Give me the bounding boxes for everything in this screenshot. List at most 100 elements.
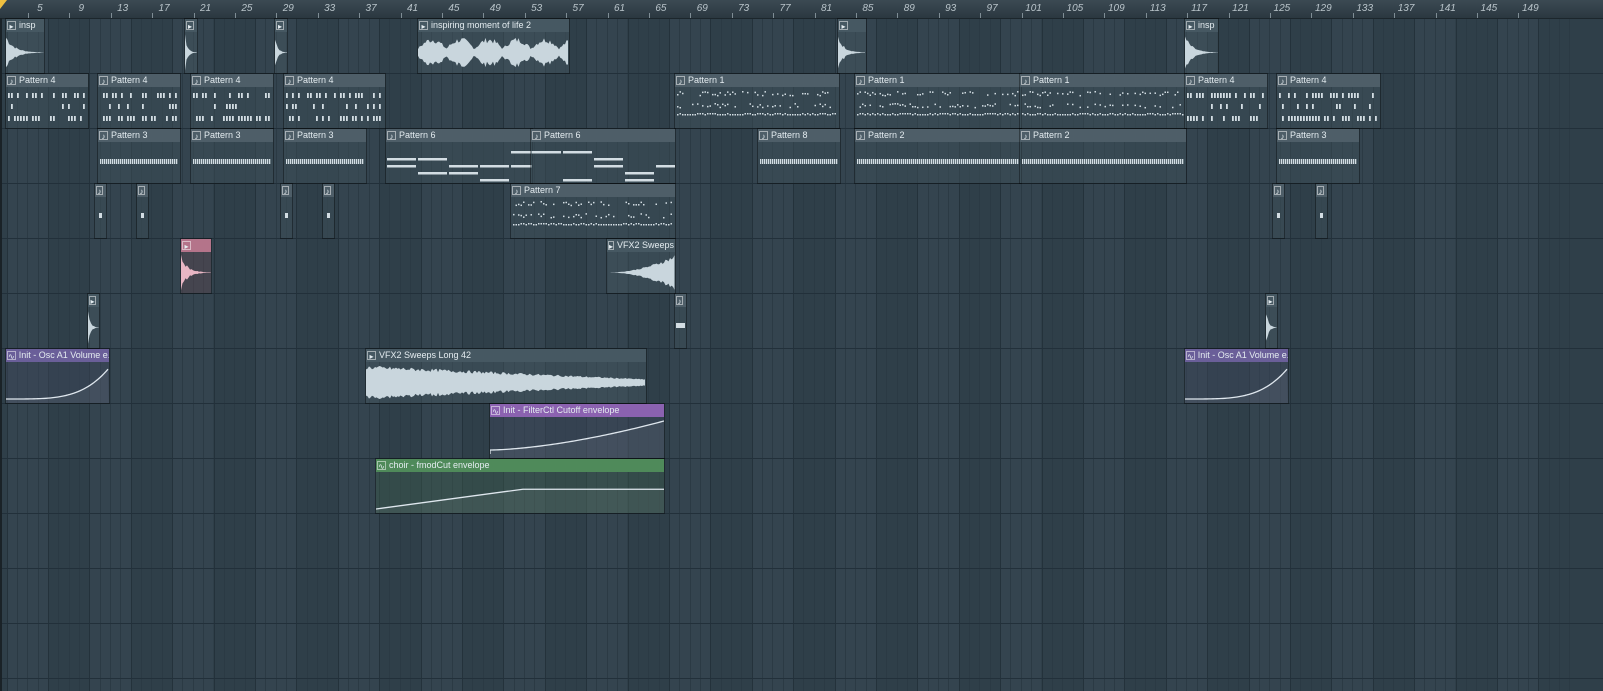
clip-header[interactable]: ∿ Init - Osc A1 Volume e... bbox=[6, 349, 109, 362]
clip-header[interactable]: ♪ Pattern 3 bbox=[1277, 129, 1359, 142]
pattern-clip[interactable]: ♪ Pattern 4 bbox=[191, 74, 273, 128]
pattern-clip[interactable]: ♪ Pattern 4 bbox=[1277, 74, 1380, 128]
audio-clip-icon[interactable]: ▸ bbox=[7, 21, 16, 31]
automation-clip[interactable]: ∿ Init - Osc A1 Volume e... bbox=[6, 349, 109, 403]
pattern-clip-icon[interactable]: ♪ bbox=[1021, 76, 1030, 86]
clip-header[interactable]: ▸ insp bbox=[1185, 19, 1218, 32]
clip-header[interactable]: ▸ bbox=[275, 19, 287, 32]
pattern-clip[interactable]: ♪ bbox=[137, 184, 148, 238]
pattern-clip[interactable]: ♪ bbox=[281, 184, 292, 238]
audio-clip-icon[interactable]: ▸ bbox=[608, 241, 615, 251]
clip-header[interactable]: ♪ Pattern 3 bbox=[98, 129, 180, 142]
audio-clip-icon[interactable]: ▸ bbox=[367, 351, 376, 361]
audio-clip[interactable]: ▸ bbox=[275, 19, 287, 73]
pattern-clip[interactable]: ♪ Pattern 3 bbox=[1277, 129, 1359, 183]
audio-clip[interactable]: ▸ VFX2 Sweeps Long 42 bbox=[366, 349, 646, 403]
pattern-clip-icon[interactable]: ♪ bbox=[282, 186, 289, 196]
clip-header[interactable]: ♪ bbox=[323, 184, 334, 197]
pattern-clip[interactable]: ♪ Pattern 4 bbox=[284, 74, 385, 128]
pattern-clip[interactable]: ♪ Pattern 1 bbox=[855, 74, 1021, 128]
pattern-clip-icon[interactable]: ♪ bbox=[387, 131, 396, 141]
automation-clip-icon[interactable]: ∿ bbox=[1186, 351, 1195, 361]
pattern-clip-icon[interactable]: ♪ bbox=[138, 186, 145, 196]
pattern-clip[interactable]: ♪ Pattern 6 bbox=[386, 129, 532, 183]
clip-header[interactable]: ♪ Pattern 3 bbox=[284, 129, 366, 142]
pattern-clip[interactable]: ♪ Pattern 3 bbox=[98, 129, 180, 183]
pattern-clip-icon[interactable]: ♪ bbox=[96, 186, 103, 196]
pattern-clip-icon[interactable]: ♪ bbox=[1278, 76, 1287, 86]
clip-header[interactable]: ♪ Pattern 4 bbox=[1277, 74, 1380, 87]
pattern-clip[interactable]: ♪ Pattern 1 bbox=[1020, 74, 1186, 128]
clip-header[interactable]: ♪ Pattern 2 bbox=[1020, 129, 1186, 142]
clip-header[interactable]: ♪ Pattern 1 bbox=[855, 74, 1021, 87]
clip-header[interactable]: ♪ bbox=[675, 294, 686, 307]
automation-clip-icon[interactable]: ∿ bbox=[377, 461, 386, 471]
clip-header[interactable]: ♪ bbox=[95, 184, 106, 197]
pattern-clip[interactable]: ♪ bbox=[675, 294, 686, 348]
audio-clip-icon[interactable]: ▸ bbox=[419, 21, 428, 31]
pattern-clip[interactable]: ♪ Pattern 3 bbox=[191, 129, 273, 183]
automation-clip[interactable]: ∿ Init - FilterCtl Cutoff envelope bbox=[490, 404, 664, 458]
clip-header[interactable]: ▸ bbox=[838, 19, 866, 32]
timeline-ruler[interactable]: 5 9 13 17 21 25 29 33 37 41 45 49 53 57 61 65 69 73 77 81 85… bbox=[0, 0, 1603, 19]
clip-header[interactable]: ▸ insp bbox=[6, 19, 44, 32]
pattern-clip-icon[interactable]: ♪ bbox=[285, 131, 294, 141]
pattern-clip[interactable]: ♪ Pattern 2 bbox=[1020, 129, 1186, 183]
pattern-clip-icon[interactable]: ♪ bbox=[99, 76, 108, 86]
pattern-clip-icon[interactable]: ♪ bbox=[192, 76, 201, 86]
pattern-clip[interactable]: ♪ Pattern 3 bbox=[284, 129, 366, 183]
playhead-marker[interactable] bbox=[0, 0, 7, 9]
clip-header[interactable]: ♪ Pattern 1 bbox=[675, 74, 839, 87]
pattern-clip-icon[interactable]: ♪ bbox=[856, 76, 865, 86]
automation-clip-icon[interactable]: ∿ bbox=[7, 351, 16, 361]
clip-header[interactable]: ▸ bbox=[88, 294, 99, 307]
pattern-clip-icon[interactable]: ♪ bbox=[856, 131, 865, 141]
clip-header[interactable]: ♪ Pattern 4 bbox=[98, 74, 180, 87]
pattern-clip[interactable]: ♪ bbox=[1273, 184, 1284, 238]
clip-header[interactable]: ▸ bbox=[181, 239, 211, 252]
audio-clip-icon[interactable]: ▸ bbox=[186, 21, 194, 31]
clip-header[interactable]: ♪ Pattern 3 bbox=[191, 129, 273, 142]
automation-clip[interactable]: ∿ Init - Osc A1 Volume e... bbox=[1185, 349, 1288, 403]
pattern-clip-icon[interactable]: ♪ bbox=[512, 186, 521, 196]
audio-clip[interactable]: ▸VFX2 Sweeps ... bbox=[607, 239, 675, 293]
audio-clip-icon[interactable]: ▸ bbox=[276, 21, 284, 31]
clip-header[interactable]: ♪ bbox=[1273, 184, 1284, 197]
pattern-clip-icon[interactable]: ♪ bbox=[1317, 186, 1324, 196]
clip-header[interactable]: ♪ Pattern 6 bbox=[386, 129, 532, 142]
pattern-clip-icon[interactable]: ♪ bbox=[7, 76, 16, 86]
clip-header[interactable]: ∿ Init - FilterCtl Cutoff envelope bbox=[490, 404, 664, 417]
pattern-clip-icon[interactable]: ♪ bbox=[1021, 131, 1030, 141]
audio-clip[interactable]: ▸ bbox=[838, 19, 866, 73]
pattern-clip-icon[interactable]: ♪ bbox=[759, 131, 768, 141]
pattern-clip-icon[interactable]: ♪ bbox=[676, 296, 683, 306]
audio-clip[interactable]: ▸ bbox=[185, 19, 197, 73]
clip-header[interactable]: ▸ inspiring moment of life 2 bbox=[418, 19, 569, 32]
clip-header[interactable]: ♪ Pattern 4 bbox=[191, 74, 273, 87]
pattern-clip-icon[interactable]: ♪ bbox=[1278, 131, 1287, 141]
clip-header[interactable]: ∿ choir - fmodCut envelope bbox=[376, 459, 664, 472]
pattern-clip-icon[interactable]: ♪ bbox=[532, 131, 541, 141]
audio-clip[interactable]: ▸ bbox=[1266, 294, 1277, 348]
clip-header[interactable]: ▸VFX2 Sweeps ... bbox=[607, 239, 675, 252]
pattern-clip[interactable]: ♪ bbox=[1316, 184, 1327, 238]
audio-clip-icon[interactable]: ▸ bbox=[1186, 21, 1195, 31]
clip-header[interactable]: ♪ Pattern 4 bbox=[1185, 74, 1267, 87]
audio-clip[interactable]: ▸ bbox=[88, 294, 99, 348]
clip-header[interactable]: ♪ Pattern 4 bbox=[284, 74, 385, 87]
clip-header[interactable]: ♪ Pattern 1 bbox=[1020, 74, 1186, 87]
automation-clip[interactable]: ∿ choir - fmodCut envelope bbox=[376, 459, 664, 513]
pattern-clip-icon[interactable]: ♪ bbox=[99, 131, 108, 141]
pattern-clip[interactable]: ♪ bbox=[323, 184, 334, 238]
pattern-clip-icon[interactable]: ♪ bbox=[1186, 76, 1195, 86]
audio-clip-icon[interactable]: ▸ bbox=[89, 296, 96, 306]
clip-header[interactable]: ♪ Pattern 8 bbox=[758, 129, 840, 142]
pattern-clip[interactable]: ♪ Pattern 7 bbox=[511, 184, 675, 238]
clip-header[interactable]: ♪ bbox=[1316, 184, 1327, 197]
pattern-clip[interactable]: ♪ Pattern 6 bbox=[531, 129, 675, 183]
pattern-clip[interactable]: ♪ Pattern 4 bbox=[98, 74, 180, 128]
clip-header[interactable]: ♪ bbox=[281, 184, 292, 197]
clip-header[interactable]: ▸ VFX2 Sweeps Long 42 bbox=[366, 349, 646, 362]
clip-header[interactable]: ▸ bbox=[1266, 294, 1277, 307]
clip-header[interactable]: ♪ Pattern 4 bbox=[6, 74, 88, 87]
